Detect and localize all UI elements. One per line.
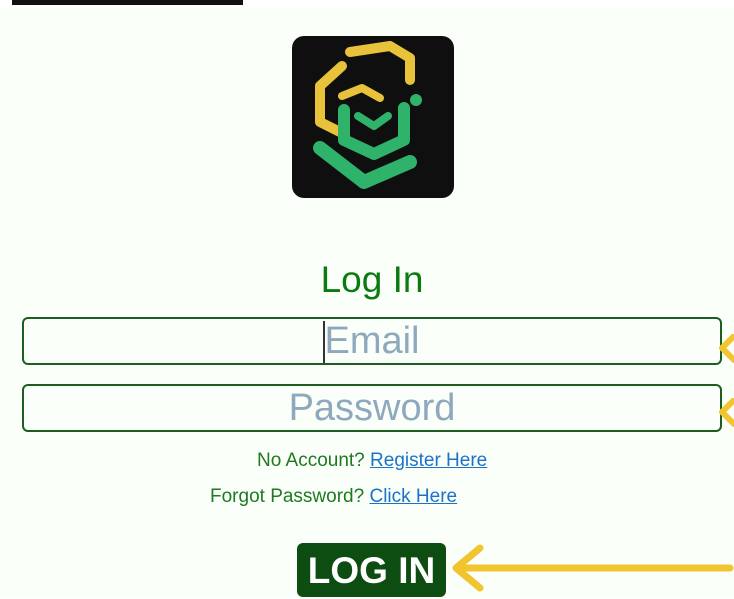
- register-link[interactable]: Register Here: [370, 450, 487, 471]
- app-logo-icon: [292, 36, 454, 198]
- email-field[interactable]: [24, 319, 720, 363]
- yellow-arrow-icon: [719, 398, 734, 427]
- login-screen: Log In No Account? Register Here Forgot …: [0, 8, 734, 597]
- register-prompt: No Account?: [257, 450, 365, 471]
- page-title: Log In: [320, 259, 424, 300]
- forgot-password-line: Forgot Password? Click Here: [210, 485, 457, 509]
- email-field-box: [22, 317, 722, 365]
- yellow-arrow-icon: [719, 334, 734, 363]
- forgot-password-link[interactable]: Click Here: [369, 486, 457, 507]
- password-field[interactable]: [24, 386, 720, 430]
- text-cursor: [323, 321, 325, 363]
- forgot-password-prompt: Forgot Password?: [210, 486, 365, 507]
- register-line: No Account? Register Here: [257, 449, 487, 473]
- yellow-arrow-icon: [452, 544, 734, 592]
- app-logo-graphic: [313, 41, 422, 189]
- login-button[interactable]: LOG IN: [297, 543, 446, 597]
- password-field-box: [22, 384, 722, 432]
- top-edge-bar: [12, 0, 243, 5]
